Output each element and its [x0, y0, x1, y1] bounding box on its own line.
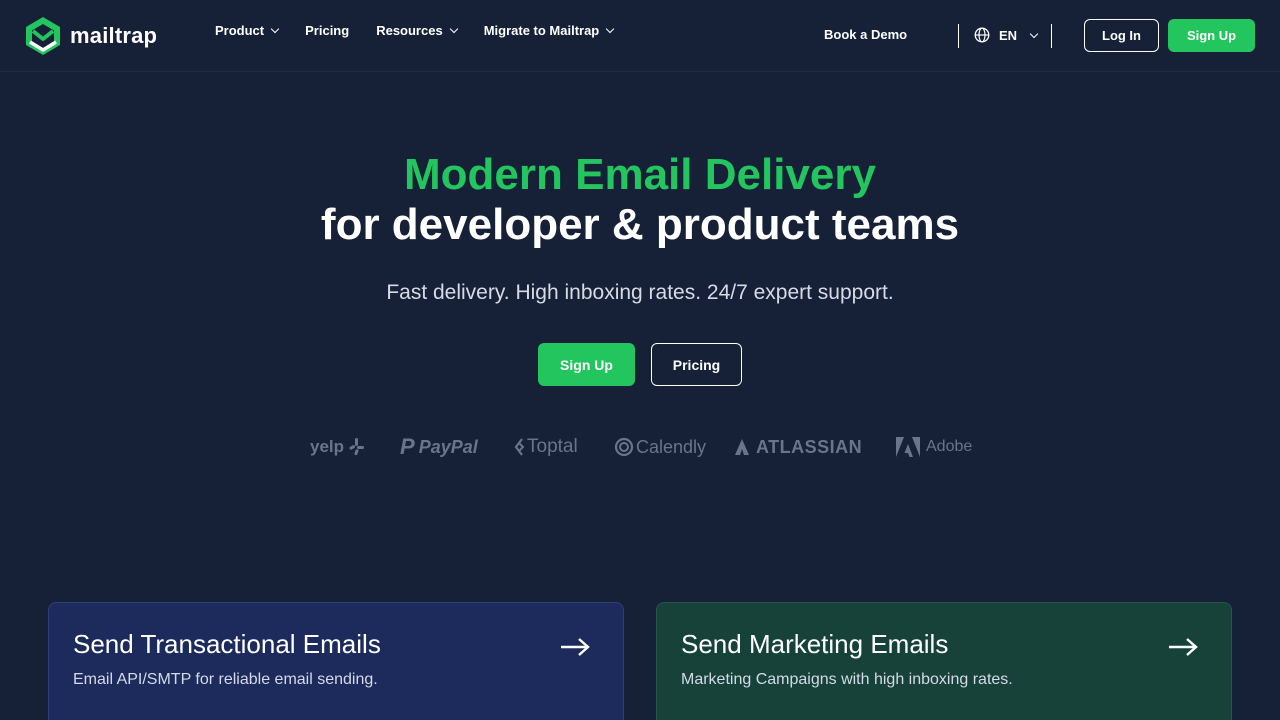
calendly-logo: Calendly [614, 432, 706, 462]
chevron-down-icon [449, 24, 458, 34]
marketing-card-description: Marketing Campaigns with high inboxing r… [681, 671, 1013, 688]
hero-subtitle: Fast delivery. High inboxing rates. 24/7… [386, 281, 894, 304]
language-label: EN [999, 27, 1018, 43]
hero-title: for developer & product teams [320, 200, 960, 249]
nav-migrate[interactable]: Migrate to Mailtrap [483, 23, 615, 38]
chevron-down-icon [1029, 29, 1039, 38]
toptal-logo: Toptal [514, 432, 578, 462]
atlassian-logo: ATLASSIAN [734, 432, 862, 462]
chevron-down-icon [606, 24, 615, 34]
nav-pricing[interactable]: Pricing [305, 23, 349, 38]
mailtrap-logo[interactable]: mailtrap [24, 15, 157, 57]
mailtrap-logo-icon [26, 17, 60, 55]
toptal-logo-text: Toptal [527, 436, 578, 457]
transactional-card[interactable]: Send Transactional Emails Email API/SMTP… [48, 602, 624, 720]
paypal-logo: P PayPal [400, 432, 478, 462]
arrow-right-icon[interactable] [1167, 637, 1199, 657]
toptal-mark-icon [514, 438, 525, 456]
marketing-card-title: Send Marketing Emails [681, 629, 949, 659]
atlassian-mark-icon [735, 439, 749, 455]
paypal-logo-text: PayPal [418, 436, 478, 457]
logo-text: mailtrap [70, 23, 158, 48]
nav-resources[interactable]: Resources [376, 23, 458, 38]
header-signup-button[interactable]: Sign Up [1168, 19, 1255, 52]
nav-product-label: Product [215, 23, 265, 38]
site-header: mailtrap Product Pricing Resources Migra… [0, 0, 1280, 72]
paypal-mark-icon: P [400, 434, 415, 459]
book-demo-link[interactable]: Book a Demo [824, 27, 907, 42]
hero-title-highlight: Modern Email Delivery [404, 150, 876, 199]
arrow-right-icon[interactable] [559, 637, 591, 657]
nav-resources-label: Resources [376, 23, 443, 38]
transactional-card-title: Send Transactional Emails [73, 629, 381, 659]
nav-product[interactable]: Product [215, 23, 280, 38]
nav-migrate-label: Migrate to Mailtrap [483, 23, 600, 38]
chevron-down-icon [270, 24, 280, 34]
hero-signup-button[interactable]: Sign Up [538, 343, 635, 386]
globe-icon [974, 27, 990, 43]
marketing-card[interactable]: Send Marketing Emails Marketing Campaign… [656, 602, 1232, 720]
client-logos: yelp P PayPal Toptal Calendly ATLASSIAN [310, 432, 980, 462]
main-nav: Product Pricing Resources Migrate to Mai… [215, 23, 640, 38]
adobe-logo-text: Adobe [926, 438, 973, 455]
divider [1051, 24, 1052, 48]
login-button[interactable]: Log In [1084, 19, 1159, 52]
divider [958, 24, 959, 48]
yelp-logo-text: yelp [310, 437, 345, 456]
language-selector[interactable]: EN [974, 27, 1039, 43]
adobe-logo: Adobe [895, 432, 972, 462]
adobe-mark-icon [896, 437, 920, 457]
nav-pricing-label: Pricing [305, 23, 350, 38]
hero-pricing-button[interactable]: Pricing [651, 343, 742, 386]
atlassian-logo-text: ATLASSIAN [756, 436, 863, 457]
calendly-mark-icon [614, 437, 634, 457]
yelp-logo: yelp [310, 432, 366, 462]
calendly-logo-text: Calendly [636, 436, 707, 457]
yelp-burst-icon [349, 438, 365, 456]
transactional-card-description: Email API/SMTP for reliable email sendin… [73, 671, 378, 688]
